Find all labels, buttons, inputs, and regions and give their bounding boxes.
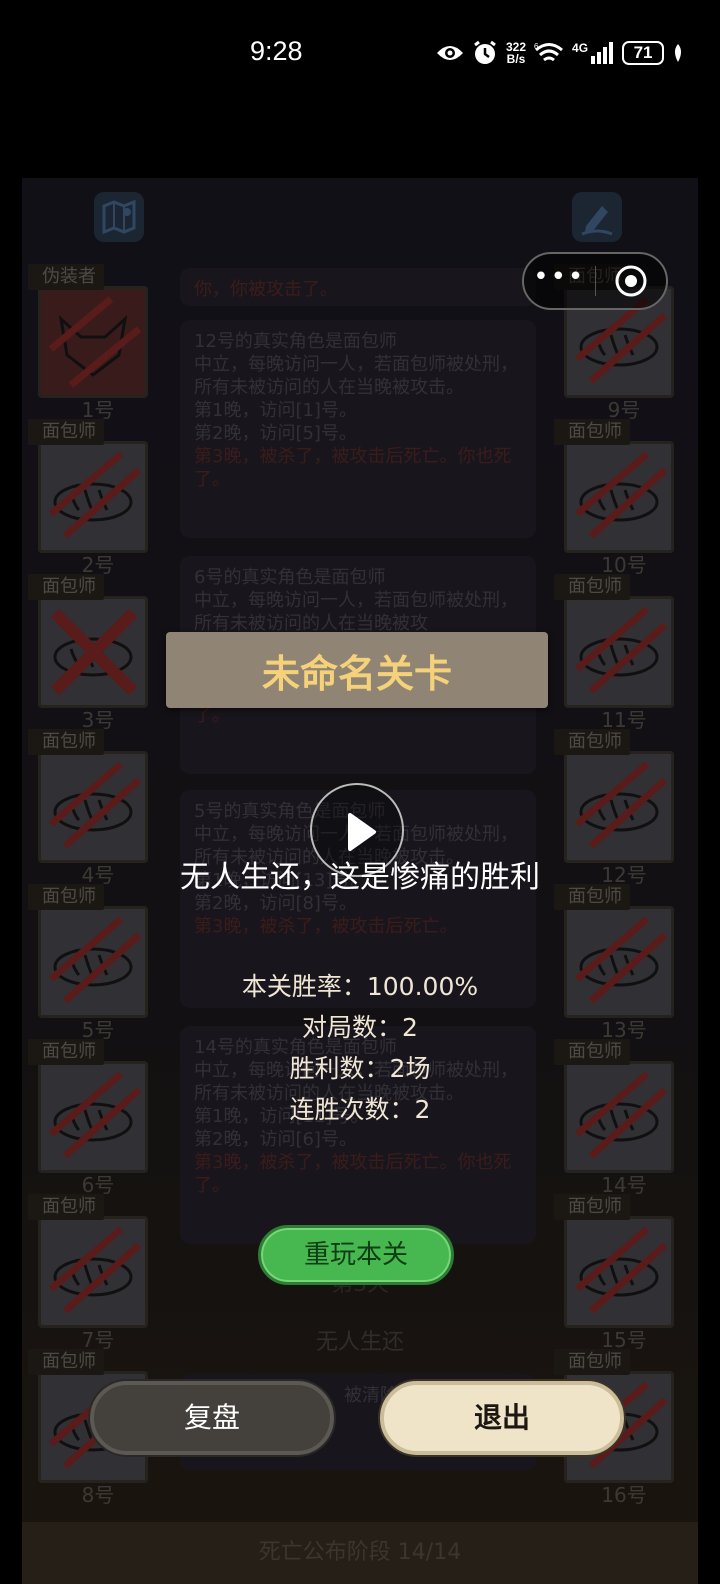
level-title: 未命名关卡 — [261, 651, 452, 696]
signal-type: 4G — [572, 41, 589, 55]
more-button[interactable]: ••• — [524, 264, 595, 290]
status-bar: 9:28 322 B/s 6 4G 71 — [0, 0, 720, 110]
net-speed: 322 B/s — [506, 40, 527, 66]
streak-count: 连胜次数：2 — [289, 1095, 431, 1124]
close-target-icon[interactable] — [596, 264, 667, 298]
signal-icon — [591, 42, 614, 64]
win-rate: 本关胜率：100.00% — [241, 972, 479, 1001]
battery-icon: 71 — [622, 41, 665, 65]
clock: 9:28 — [250, 36, 303, 66]
review-button[interactable]: 复盘 — [90, 1381, 334, 1455]
eye-icon — [437, 46, 463, 60]
level-title-banner: 未命名关卡 — [166, 632, 548, 708]
result-text: 无人生还，这是惨痛的胜利 — [180, 860, 540, 895]
miniprogram-capsule: ••• — [522, 252, 668, 310]
alarm-icon — [474, 40, 496, 64]
status-icons: 322 B/s 6 4G 71 — [436, 38, 684, 68]
wins-count: 胜利数：2场 — [289, 1054, 431, 1083]
games-count: 对局数：2 — [302, 1013, 418, 1042]
wifi-icon: 6 — [534, 42, 563, 62]
svg-text:6: 6 — [534, 42, 539, 51]
exit-button[interactable]: 退出 — [380, 1381, 624, 1455]
replay-button[interactable]: 重玩本关 — [258, 1225, 454, 1285]
stats-block: 本关胜率：100.00% 对局数：2 胜利数：2场 连胜次数：2 — [0, 966, 720, 1130]
leaf-icon — [675, 44, 682, 62]
